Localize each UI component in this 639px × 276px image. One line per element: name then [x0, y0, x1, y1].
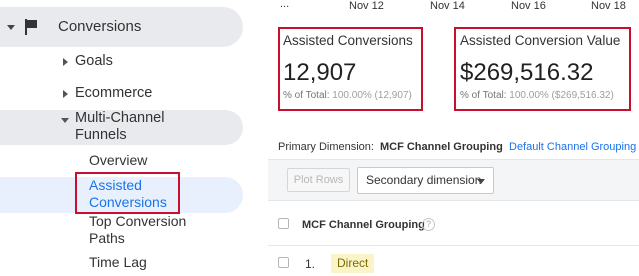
chevron-right-icon	[63, 58, 68, 66]
primary-dimension-label: Primary Dimension:	[278, 141, 374, 153]
sidebar-item-label: Paths	[89, 230, 125, 246]
column-header-mcf-channel-grouping[interactable]: MCF Channel Grouping	[302, 219, 425, 231]
plot-rows-button[interactable]: Plot Rows	[287, 168, 350, 192]
row-checkbox[interactable]	[278, 257, 289, 268]
sidebar-item-label: Conversions	[58, 18, 142, 35]
axis-tick-label: Nov 16	[511, 0, 546, 12]
sidebar-item-ecommerce[interactable]: Ecommerce	[0, 82, 243, 106]
channel-link-direct[interactable]: Direct	[331, 254, 375, 273]
caret-down-icon	[477, 179, 485, 184]
sidebar-item-goals[interactable]: Goals	[0, 50, 243, 74]
divider	[268, 200, 639, 201]
sidebar-item-time-lag[interactable]: Time Lag	[0, 251, 243, 273]
secondary-dimension-label: Secondary dimension	[366, 173, 482, 187]
primary-dimension: Primary Dimension: MCF Channel Grouping	[278, 141, 503, 153]
axis-tick-label: Nov 14	[430, 0, 465, 12]
report-main: ... Nov 12 Nov 14 Nov 16 Nov 18 Assisted…	[268, 0, 639, 276]
sidebar-item-label: Top Conversion	[89, 213, 187, 229]
sidebar-item-top-conversion-paths[interactable]: Top Conversion Paths	[0, 212, 243, 246]
row-index: 1.	[305, 257, 316, 271]
sidebar-item-label: Overview	[89, 152, 148, 168]
chart-x-axis: ... Nov 12 Nov 14 Nov 16 Nov 18	[268, 0, 639, 14]
primary-dimension-value[interactable]: MCF Channel Grouping	[380, 141, 503, 153]
sidebar-item-overview[interactable]: Overview	[0, 150, 243, 172]
sidebar-item-label: Goals	[75, 53, 113, 69]
sidebar-item-conversions[interactable]: Conversions	[0, 7, 243, 47]
highlight-box	[75, 172, 180, 214]
default-channel-grouping-link[interactable]: Default Channel Grouping	[509, 141, 636, 153]
axis-tick-label: Nov 12	[349, 0, 384, 12]
table-row	[268, 246, 639, 276]
sidebar: Conversions Goals Ecommerce Multi-Channe…	[0, 0, 269, 276]
sidebar-item-label: Time Lag	[89, 254, 147, 270]
sidebar-item-label: Ecommerce	[75, 85, 153, 101]
flag-icon	[25, 19, 39, 35]
secondary-dimension-dropdown[interactable]: Secondary dimension	[357, 167, 494, 194]
highlight-box	[278, 27, 423, 111]
chevron-down-icon	[61, 118, 69, 123]
axis-tick-label: Nov 18	[591, 0, 626, 12]
sidebar-item-label: Multi-Channel	[75, 110, 165, 126]
help-icon[interactable]: ?	[422, 218, 435, 231]
axis-ellipsis: ...	[280, 0, 290, 10]
sidebar-item-label: Funnels	[75, 127, 127, 143]
table-toolbar: Plot Rows Secondary dimension	[268, 160, 639, 200]
chevron-right-icon	[63, 90, 68, 98]
select-all-checkbox[interactable]	[278, 218, 289, 229]
highlight-box	[454, 27, 631, 111]
chevron-down-icon[interactable]	[7, 25, 15, 30]
sidebar-item-multi-channel-funnels[interactable]: Multi-Channel Funnels	[0, 110, 243, 145]
